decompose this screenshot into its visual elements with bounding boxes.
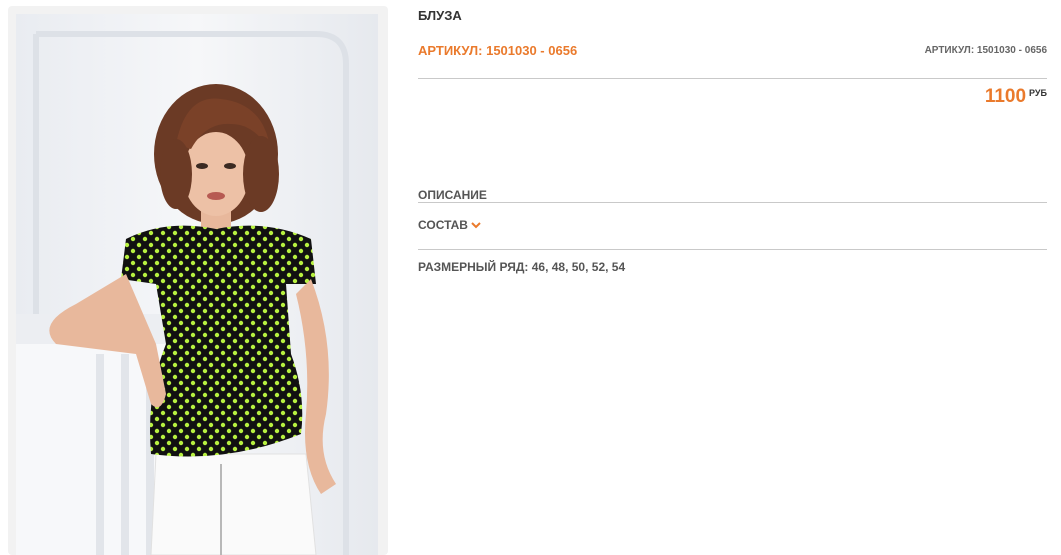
price-value: 1100 — [984, 86, 1027, 107]
chevron-down-icon — [471, 221, 481, 232]
product-photo[interactable] — [16, 14, 378, 555]
article-number-secondary: АРТИКУЛ: 1501030 - 0656 — [924, 45, 1047, 56]
divider — [418, 202, 1047, 203]
article-number: АРТИКУЛ: 1501030 - 0656 — [418, 43, 578, 58]
product-photo-illustration — [16, 14, 378, 555]
size-range: РАЗМЕРНЫЙ РЯД: 46, 48, 50, 52, 54 — [418, 260, 626, 274]
price-currency: РУБ — [1029, 88, 1047, 98]
divider — [418, 78, 1047, 79]
product-page: БЛУЗА АРТИКУЛ: 1501030 - 0656 АРТИКУЛ: 1… — [0, 0, 1061, 555]
product-title: БЛУЗА — [418, 8, 462, 23]
composition-label: СОСТАВ — [418, 218, 468, 232]
price: 1100 РУБ — [985, 86, 1047, 108]
composition-toggle[interactable]: СОСТАВ — [418, 218, 481, 232]
divider — [418, 249, 1047, 250]
product-photo-frame — [8, 6, 388, 555]
description-tab[interactable]: ОПИСАНИЕ — [418, 188, 487, 202]
